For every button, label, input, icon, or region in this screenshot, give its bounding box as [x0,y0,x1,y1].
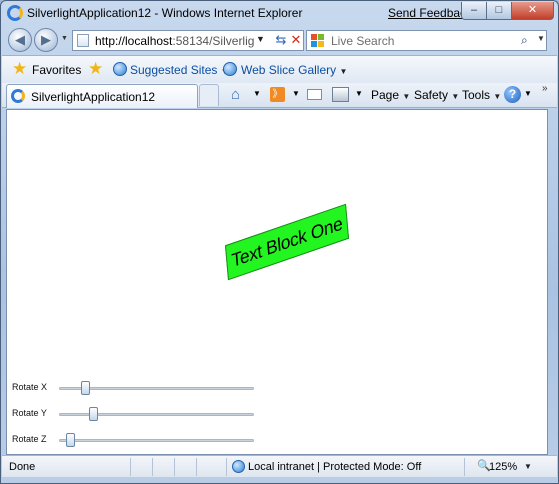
read-mail-icon[interactable] [307,89,322,100]
print-dropdown-icon[interactable]: ▼ [355,89,363,98]
rotate-z-slider[interactable] [59,439,254,442]
rotate-y-row: Rotate Y [7,404,267,424]
suggested-sites-icon [113,62,127,76]
back-arrow-icon: ◀ [15,32,25,47]
tab-label: SilverlightApplication12 [31,90,156,104]
refresh-icon[interactable]: ⇆ [273,32,289,49]
forward-button[interactable]: ▶ [34,28,58,52]
ie-tab-icon [11,89,25,103]
close-button[interactable]: ✕ [511,2,554,20]
browser-window: SilverlightApplication12 - Windows Inter… [0,0,559,484]
help-dropdown-icon[interactable]: ▼ [524,89,532,98]
search-options-dropdown-icon[interactable]: ▼ [537,34,545,43]
back-button[interactable]: ◀ [8,28,32,52]
rotate-y-label: Rotate Y [12,408,47,418]
web-slice-icon [223,62,237,76]
silverlight-content: Text Block One Rotate X Rotate Y Rotate … [6,109,548,455]
title-bar: SilverlightApplication12 - Windows Inter… [1,1,558,25]
live-search-logo-icon [311,34,325,48]
help-icon[interactable]: ? [504,86,521,103]
status-divider [130,458,131,476]
security-zone[interactable]: Local intranet | Protected Mode: Off [248,461,421,473]
feeds-dropdown-icon[interactable]: ▼ [292,89,300,98]
rotate-z-row: Rotate Z [7,430,267,450]
stop-icon[interactable]: ✕ [289,32,303,49]
local-intranet-icon [232,460,245,473]
status-text: Done [9,461,36,473]
address-bar[interactable]: http://localhost:58134/SilverlightA ▼ ⇆ … [72,30,304,51]
rotate-y-thumb[interactable] [88,407,98,421]
favorites-button[interactable]: Favorites [32,63,81,77]
recent-pages-dropdown-icon[interactable]: ▼ [61,35,68,42]
send-feedback-link[interactable]: Send Feedback [388,6,472,20]
forward-arrow-icon: ▶ [41,32,51,47]
status-divider [196,458,197,476]
add-favorites-icon[interactable]: ★ [88,60,103,77]
tab-silverlightapplication12[interactable]: SilverlightApplication12 [6,84,198,108]
feeds-icon[interactable]: 》 [270,87,285,102]
rotate-x-label: Rotate X [12,382,48,392]
textblock-container: Text Block One [221,203,355,281]
window-title: SilverlightApplication12 - Windows Inter… [27,6,303,20]
address-dropdown-icon[interactable]: ▼ [256,34,265,44]
page-icon [77,34,89,47]
text-block-one: Text Block One [224,203,350,281]
search-icon[interactable]: ⌕ [521,33,528,48]
web-slice-gallery-link[interactable]: Web Slice Gallery ▼ [241,63,347,77]
home-icon[interactable]: ⌂ [231,86,248,103]
favorites-star-icon: ★ [12,59,28,78]
status-divider [152,458,153,476]
rotate-x-thumb[interactable] [81,381,91,395]
zoom-level[interactable]: 125% [489,461,517,473]
search-input[interactable]: Live Search [331,34,394,48]
ie-logo-icon [7,5,23,21]
url-path: :58134/SilverlightA [172,34,255,48]
status-divider [464,458,465,476]
favorites-bar: ★ Favorites ★ Suggested Sites ▼ Web Slic… [2,55,557,83]
maximize-button[interactable]: □ [486,2,512,20]
home-dropdown-icon[interactable]: ▼ [253,89,261,98]
print-icon[interactable] [332,87,349,102]
page-menu[interactable]: Page ▼ [371,88,410,102]
rotate-z-thumb[interactable] [66,433,76,447]
status-divider [226,458,227,476]
safety-menu[interactable]: Safety ▼ [414,88,459,102]
minimize-button[interactable]: – [461,2,487,20]
rotate-z-label: Rotate Z [12,434,47,444]
tab-row: SilverlightApplication12 ⌂ ▼ 》 ▼ ▼ Page … [2,83,557,108]
suggested-sites-link[interactable]: Suggested Sites ▼ [130,63,229,77]
navigation-bar: ◀ ▶ ▼ http://localhost:58134/Silverlight… [1,25,558,55]
status-divider [174,458,175,476]
search-box[interactable]: Live Search ⌕ ▼ [306,30,547,51]
status-bar: Done Local intranet | Protected Mode: Of… [2,455,557,477]
url-host: http://localhost [95,34,173,48]
new-tab-button[interactable] [199,84,219,106]
tools-menu[interactable]: Tools ▼ [462,88,501,102]
address-url[interactable]: http://localhost:58134/SilverlightA [95,34,255,48]
rotate-x-row: Rotate X [7,378,267,398]
zoom-dropdown-icon[interactable]: ▼ [524,462,532,471]
more-commands-icon[interactable]: » [542,83,548,94]
